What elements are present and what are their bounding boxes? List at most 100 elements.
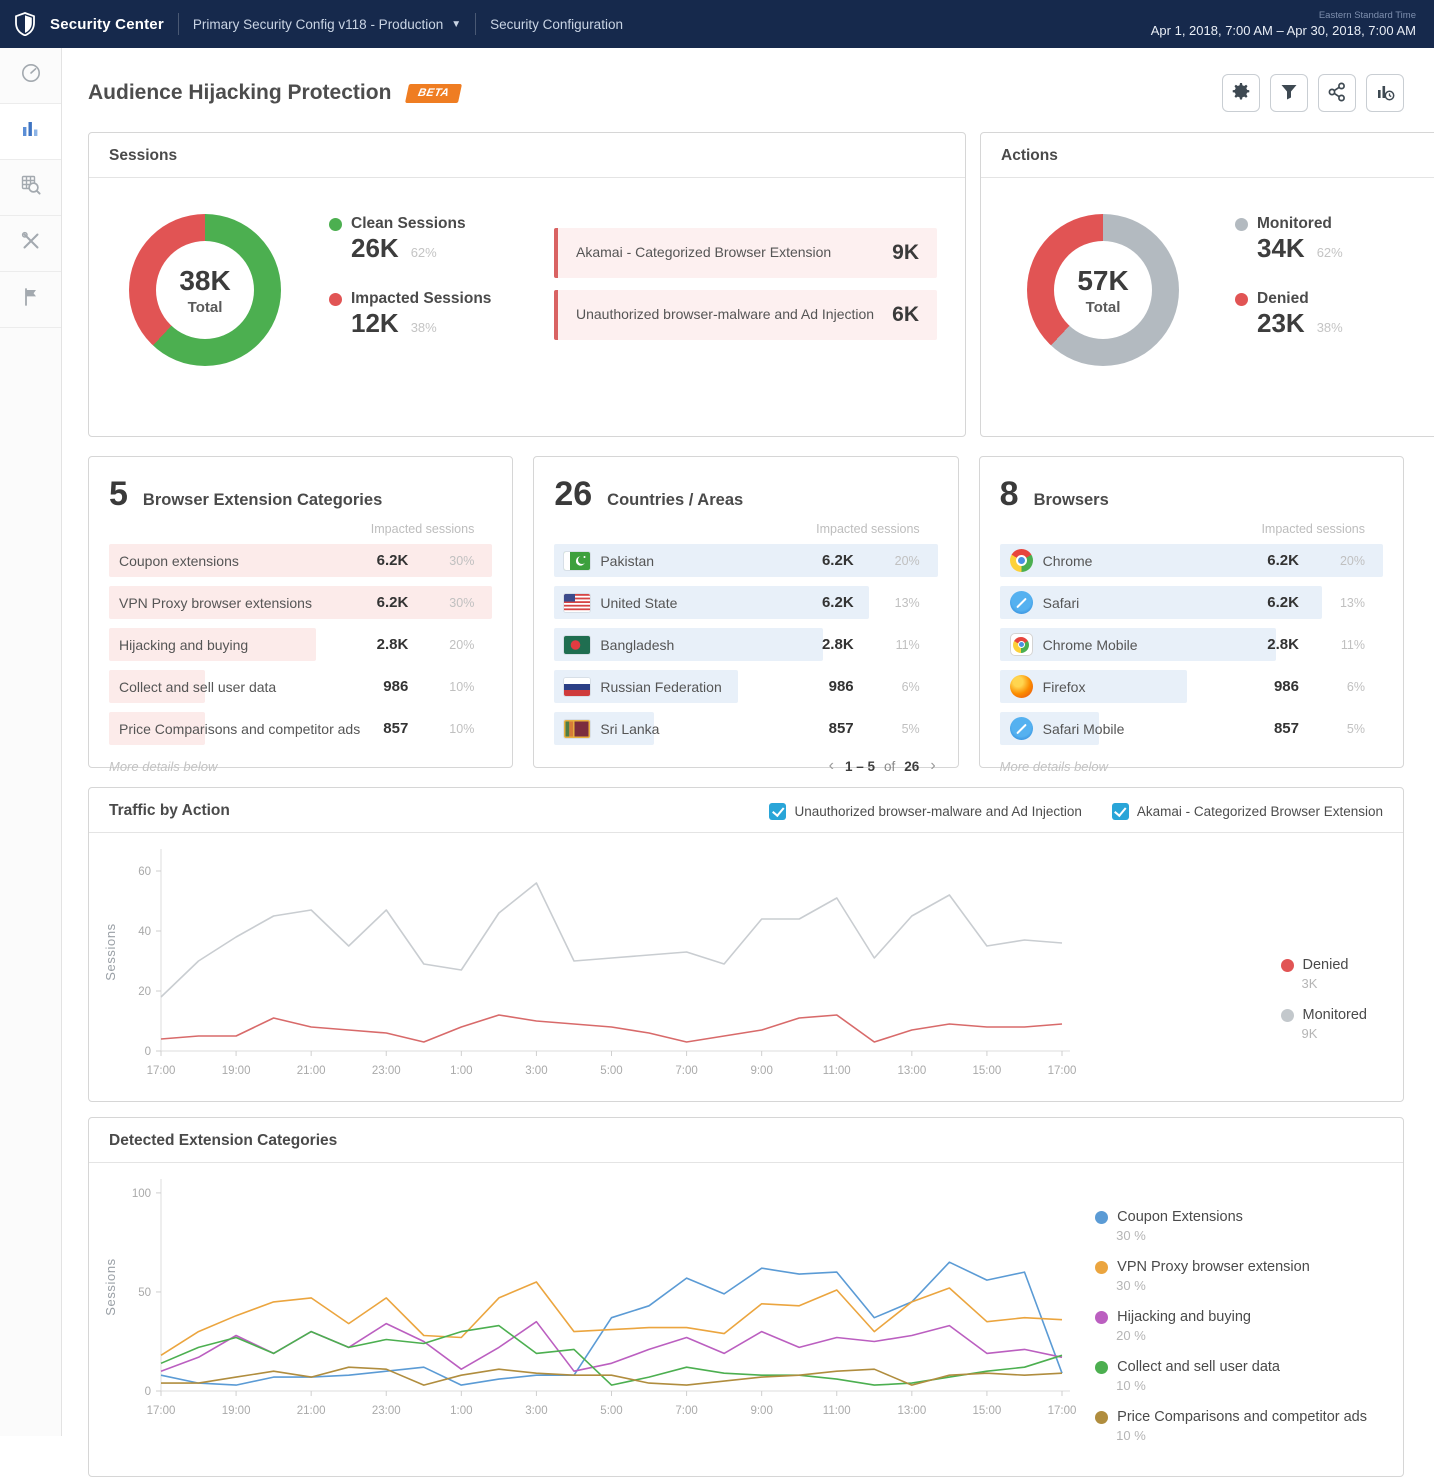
traffic-legend: Denied 3K Monitored 9K: [1281, 839, 1393, 1091]
beta-badge: BETA: [405, 84, 462, 103]
actions-total-label: Total: [1086, 299, 1121, 316]
traffic-panel-title: Traffic by Action: [109, 802, 230, 820]
chrome-icon: [1010, 549, 1033, 572]
legend-item-impacted-sessions[interactable]: Impacted Sessions 12K 38%: [329, 290, 554, 339]
pagination-prev-icon[interactable]: ‹: [827, 757, 836, 775]
svg-text:21:00: 21:00: [297, 1405, 326, 1417]
svg-text:15:00: 15:00: [973, 1405, 1002, 1417]
timezone-label: Eastern Standard Time: [1151, 10, 1416, 21]
page-title: Audience Hijacking Protection: [88, 81, 391, 105]
svg-text:23:00: 23:00: [372, 1405, 401, 1417]
list-item-vpn-proxy[interactable]: VPN Proxy browser extensions 6.2K 30%: [109, 586, 492, 619]
list-item-hijacking-buying[interactable]: Hijacking and buying 2.8K 20%: [109, 628, 492, 661]
config-selector[interactable]: Primary Security Config v118 - Productio…: [193, 17, 461, 32]
legend-item-collect-sell-data[interactable]: Collect and sell user data 10 %: [1095, 1359, 1367, 1393]
share-button[interactable]: [1318, 74, 1356, 112]
list-item-pakistan[interactable]: Pakistan 6.2K 20%: [554, 544, 937, 577]
svg-text:13:00: 13:00: [897, 1405, 926, 1417]
countries-panel: 26 Countries / Areas Impacted sessions P…: [533, 456, 958, 768]
pakistan-flag-icon: [564, 552, 590, 570]
actions-total-value: 57K: [1077, 265, 1128, 297]
app-title: Security Center: [50, 16, 164, 33]
list-item-collect-sell-data[interactable]: Collect and sell user data 986 10%: [109, 670, 492, 703]
flag-icon: [19, 285, 43, 314]
share-icon: [1326, 81, 1348, 106]
page-toolbar: [1222, 74, 1404, 112]
list-item-safari-mobile[interactable]: Safari Mobile 857 5%: [1000, 712, 1383, 745]
coupon-dot-icon: [1095, 1211, 1108, 1224]
browsers-title: Browsers: [1034, 491, 1109, 510]
legend-item-coupon-extensions[interactable]: Coupon Extensions 30 %: [1095, 1209, 1367, 1243]
sri-lanka-flag-icon: [564, 720, 590, 738]
svg-text:3:00: 3:00: [525, 1065, 547, 1077]
svg-text:19:00: 19:00: [222, 1065, 251, 1077]
list-item-price-comparisons[interactable]: Price Comparisons and competitor ads 857…: [109, 712, 492, 745]
callout-unauthorized-malware[interactable]: Unauthorized browser-malware and Ad Inje…: [554, 290, 937, 340]
impacted-sessions-column-header: Impacted sessions: [1000, 522, 1365, 536]
actions-donut-chart[interactable]: 57K Total: [1027, 214, 1179, 366]
checkbox-checked-icon: [1112, 803, 1129, 820]
legend-item-monitored[interactable]: Monitored 34K 62%: [1235, 215, 1434, 264]
traffic-line-chart[interactable]: 020406017:0019:0021:0023:001:003:005:007…: [95, 839, 1080, 1091]
sidebar-item-analytics[interactable]: [0, 104, 61, 160]
list-item-chrome[interactable]: Chrome 6.2K 20%: [1000, 544, 1383, 577]
svg-text:Sessions: Sessions: [103, 1258, 118, 1316]
svg-text:40: 40: [138, 926, 151, 938]
date-range-picker[interactable]: Eastern Standard Time Apr 1, 2018, 7:00 …: [1151, 10, 1416, 38]
legend-item-clean-sessions[interactable]: Clean Sessions 26K 62%: [329, 215, 554, 264]
legend-item-denied[interactable]: Denied 3K: [1281, 957, 1367, 991]
list-item-russian-federation[interactable]: Russian Federation 986 6%: [554, 670, 937, 703]
detected-legend: Coupon Extensions 30 % VPN Proxy browser…: [1095, 1169, 1393, 1459]
main-content: Audience Hijacking Protection BETA Sessi…: [62, 48, 1434, 1436]
countries-count: 26: [554, 475, 592, 514]
svg-text:100: 100: [132, 1188, 151, 1200]
filter-icon: [1278, 81, 1300, 106]
report-time-button[interactable]: [1366, 74, 1404, 112]
impacted-sessions-column-header: Impacted sessions: [554, 522, 919, 536]
browsers-panel: 8 Browsers Impacted sessions Chrome 6.2K…: [979, 456, 1404, 768]
detected-extension-categories-panel: Detected Extension Categories 05010017:0…: [88, 1117, 1404, 1477]
legend-item-price-comparisons[interactable]: Price Comparisons and competitor ads 10 …: [1095, 1409, 1367, 1443]
sidebar-item-tools[interactable]: [0, 216, 61, 272]
detected-categories-line-chart[interactable]: 05010017:0019:0021:0023:001:003:005:007:…: [95, 1169, 1080, 1431]
list-item-sri-lanka[interactable]: Sri Lanka 857 5%: [554, 712, 937, 745]
denied-dot-icon: [1281, 959, 1294, 972]
sessions-callouts: Akamai - Categorized Browser Extension 9…: [554, 228, 937, 352]
bar-chart-icon: [19, 117, 43, 146]
united-states-flag-icon: [564, 594, 590, 612]
grid-search-icon: [19, 173, 43, 202]
actions-panel-title: Actions: [981, 133, 1434, 178]
legend-item-monitored[interactable]: Monitored 9K: [1281, 1007, 1367, 1041]
list-item-bangladesh[interactable]: Bangladesh 2.8K 11%: [554, 628, 937, 661]
actions-legend: Monitored 34K 62% Denied 23K: [1235, 215, 1434, 365]
list-item-chrome-mobile[interactable]: Chrome Mobile 2.8K 11%: [1000, 628, 1383, 661]
list-item-united-state[interactable]: United State 6.2K 13%: [554, 586, 937, 619]
nav-security-configuration[interactable]: Security Configuration: [490, 17, 623, 32]
svg-text:5:00: 5:00: [600, 1405, 622, 1417]
settings-button[interactable]: [1222, 74, 1260, 112]
more-details-note: More details below: [109, 759, 492, 774]
filter-button[interactable]: [1270, 74, 1308, 112]
chrome-mobile-icon: [1010, 633, 1033, 656]
topbar: Security Center Primary Security Config …: [0, 0, 1434, 48]
list-item-safari[interactable]: Safari 6.2K 13%: [1000, 586, 1383, 619]
list-item-coupon-extensions[interactable]: Coupon extensions 6.2K 30%: [109, 544, 492, 577]
svg-text:0: 0: [145, 1386, 151, 1398]
legend-item-denied[interactable]: Denied 23K 38%: [1235, 290, 1434, 339]
checkbox-akamai-categorized[interactable]: Akamai - Categorized Browser Extension: [1112, 803, 1383, 820]
list-item-firefox[interactable]: Firefox 986 6%: [1000, 670, 1383, 703]
sidebar-item-explore[interactable]: [0, 160, 61, 216]
impacted-sessions-column-header: Impacted sessions: [109, 522, 474, 536]
sidebar-item-dashboard[interactable]: [0, 48, 61, 104]
pagination-next-icon[interactable]: ›: [928, 757, 937, 775]
callout-akamai-categorized[interactable]: Akamai - Categorized Browser Extension 9…: [554, 228, 937, 278]
price-comparisons-dot-icon: [1095, 1411, 1108, 1424]
sidebar-item-flags[interactable]: [0, 272, 61, 328]
svg-text:1:00: 1:00: [450, 1065, 472, 1077]
checkbox-unauthorized-malware[interactable]: Unauthorized browser-malware and Ad Inje…: [769, 803, 1081, 820]
svg-text:11:00: 11:00: [823, 1065, 851, 1077]
pagination-total: 26: [904, 759, 919, 774]
sessions-donut-chart[interactable]: 38K Total: [129, 214, 281, 366]
legend-item-vpn-proxy[interactable]: VPN Proxy browser extension 30 %: [1095, 1259, 1367, 1293]
legend-item-hijacking-buying[interactable]: Hijacking and buying 20 %: [1095, 1309, 1367, 1343]
